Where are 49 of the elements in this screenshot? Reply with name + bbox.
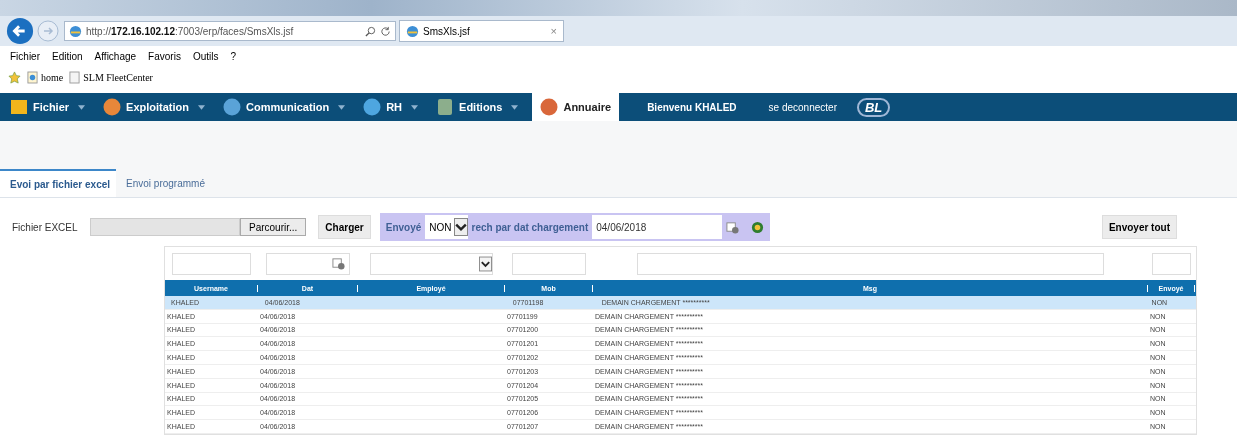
search-icon[interactable] xyxy=(365,25,376,37)
menu-item[interactable]: Outils xyxy=(192,50,219,62)
browser-tab[interactable]: SmsXls.jsf × xyxy=(399,20,564,42)
calendar-icon[interactable] xyxy=(726,220,740,234)
calendar-icon xyxy=(332,257,345,270)
document-icon xyxy=(69,70,81,84)
logo: BL xyxy=(856,97,891,117)
date-label: rech par dat chargement xyxy=(471,221,589,233)
file-label: Fichier EXCEL xyxy=(12,221,79,233)
filter-field[interactable] xyxy=(512,252,586,275)
chevron-icon xyxy=(453,218,468,236)
logout-link[interactable]: se deconnecter xyxy=(768,101,837,113)
nav-menu-item[interactable]: Annuaire xyxy=(532,93,620,121)
page-icon xyxy=(27,70,38,84)
nav-menu-item[interactable]: RH xyxy=(359,93,423,121)
nav-menu-item[interactable]: Editions xyxy=(432,93,523,121)
globe-icon xyxy=(406,24,419,38)
filter-field[interactable] xyxy=(369,252,494,275)
menu-item[interactable]: Edition xyxy=(52,50,83,62)
sent-label: Envoyé xyxy=(385,221,422,233)
nav-menu-item[interactable]: Communication xyxy=(219,93,350,121)
welcome-text: Bienvenu KHALED xyxy=(647,101,737,113)
filter-field[interactable] xyxy=(266,252,350,275)
favorite-link[interactable]: home xyxy=(27,70,64,84)
menu-item[interactable]: ? xyxy=(230,50,237,62)
address-bar[interactable]: http://172.16.102.12:7003/erp/faces/SmsXls.jsf xyxy=(64,21,396,41)
filter-field[interactable] xyxy=(1151,252,1192,275)
chevron-icon xyxy=(479,255,493,272)
filter-field[interactable] xyxy=(637,252,1104,275)
nav-menu-item[interactable]: Exploitation xyxy=(99,93,210,121)
back-icon[interactable] xyxy=(6,17,34,45)
nav-menu-item[interactable]: Fichier xyxy=(6,93,90,121)
menu-item[interactable]: Favoris xyxy=(148,50,181,62)
date-field[interactable]: 04/06/2018 xyxy=(592,215,723,239)
tab[interactable]: Envoi programmé xyxy=(116,169,211,197)
browse-button[interactable]: Parcourir... xyxy=(240,218,307,236)
favorite-link[interactable]: SLM FleetCenter xyxy=(69,70,153,84)
menu-item[interactable]: Fichier xyxy=(10,50,40,62)
filter-field[interactable] xyxy=(172,252,251,275)
globe-icon xyxy=(69,24,82,38)
send-all-button[interactable]: Envoyer tout xyxy=(1101,215,1177,239)
sent-select[interactable]: NON xyxy=(425,215,468,239)
file-field[interactable] xyxy=(90,218,240,236)
menu-item[interactable]: Affichage xyxy=(94,50,137,62)
close-button[interactable]: × xyxy=(550,25,557,37)
load-button[interactable]: Charger xyxy=(318,215,371,239)
star-icon[interactable] xyxy=(8,70,21,84)
forward-icon[interactable] xyxy=(37,20,59,42)
tab[interactable]: Evoi par fichier excel xyxy=(0,169,117,197)
